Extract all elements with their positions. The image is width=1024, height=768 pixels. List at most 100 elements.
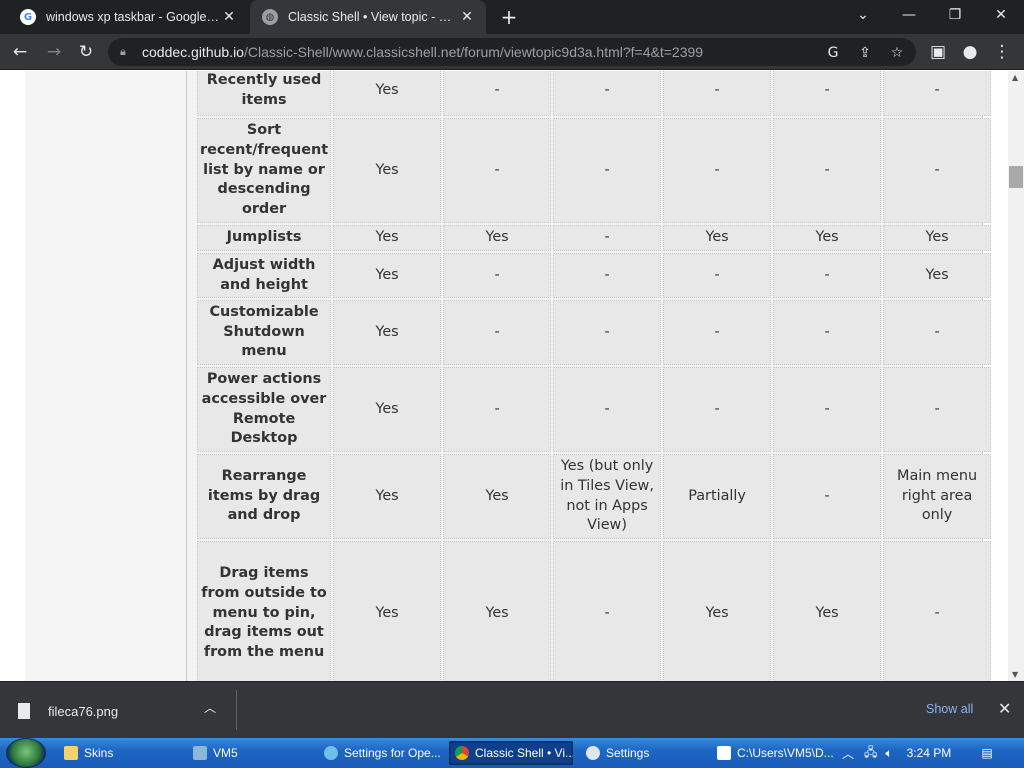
support-value-cell: Yes [443,454,552,539]
shell-icon [324,746,338,760]
file-icon [18,703,30,719]
feature-name-cell: Drag items from outside to menu to pin, … [197,541,332,681]
table-row: Adjust width and height Yes - - - - Yes [197,253,992,298]
start-button[interactable] [6,738,46,768]
reload-icon[interactable]: ↻ [74,40,98,64]
globe-icon: ◍ [262,9,278,25]
chevron-up-icon[interactable]: ︿ [842,745,854,762]
support-value-cell: Yes [333,118,442,223]
download-item[interactable]: fileca76.png [18,700,118,722]
feature-name-cell: Power actions accessible over Remote Des… [197,367,332,452]
scroll-down-icon[interactable]: ▼ [1012,670,1018,679]
close-window-icon[interactable]: ✕ [978,0,1024,30]
taskbar-item-7zip[interactable]: C:\Users\VM5\D... [711,741,835,765]
profile-avatar-icon[interactable]: ● [958,40,982,64]
url-text[interactable]: coddec.github.io/Classic-Shell/www.class… [142,44,703,60]
download-bar: fileca76.png ︿ Show all ✕ [0,681,1024,738]
show-all-downloads-link[interactable]: Show all [926,702,973,716]
support-value-cell: - [883,71,992,116]
feature-name-cell: Sort recent/frequent list by name or des… [197,118,332,223]
back-icon[interactable]: ← [8,40,32,64]
support-value-cell: - [553,253,662,298]
support-value-cell: - [883,300,992,365]
feature-name-cell: Recently used items [197,71,332,116]
chevron-up-icon[interactable]: ︿ [204,699,216,716]
support-value-cell: - [773,118,882,223]
minimize-icon[interactable]: — [886,0,932,30]
support-value-cell: Yes [333,367,442,452]
tab-classic-shell[interactable]: ◍ Classic Shell • View topic - Comp ✕ [250,0,486,34]
support-value-cell: - [443,253,552,298]
google-lens-icon[interactable]: G [822,42,844,64]
support-value-cell: - [553,300,662,365]
close-tab-icon[interactable]: ✕ [220,9,238,25]
support-value-cell: Yes [773,225,882,251]
new-tab-button[interactable]: + [498,6,520,28]
close-tab-icon[interactable]: ✕ [458,9,476,25]
share-icon[interactable]: ⇪ [854,42,876,64]
support-value-cell: Yes [663,541,772,681]
scroll-up-icon[interactable]: ▲ [1012,73,1018,82]
table-row: Recently used items Yes - - - - - [197,71,992,116]
folder-icon [64,746,78,760]
feature-name-cell: Customizable Shutdown menu [197,300,332,365]
taskbar-item-vm5[interactable]: VM5 [187,741,311,765]
network-icon[interactable]: 🖧︎ [864,743,877,764]
table-row: Rearrange items by drag and drop Yes Yes Ye… [197,454,992,539]
forward-icon[interactable]: → [42,40,66,64]
support-value-cell: - [663,300,772,365]
bookmark-star-icon[interactable]: ☆ [886,42,908,64]
support-value-cell: - [883,367,992,452]
support-value-cell: - [443,300,552,365]
chrome-icon [455,746,469,760]
divider [236,690,237,730]
browser-toolbar: ← → ↻ 🔒︎ coddec.github.io/Classic-Shell/… [0,34,1024,70]
support-value-cell: Yes [443,225,552,251]
feature-comparison-table: Recently used items Yes - - - - - Sort recent/f… [195,71,993,681]
scrollbar-thumb[interactable] [1009,166,1023,188]
taskbar-item-chrome[interactable]: Classic Shell • Vi... [449,741,573,765]
close-download-bar-icon[interactable]: ✕ [998,699,1011,718]
feature-name-cell: Adjust width and height [197,253,332,298]
restore-icon[interactable]: ❐ [932,0,978,30]
support-value-cell: Yes [883,225,992,251]
support-value-cell: Yes [333,225,442,251]
taskbar-item-settings[interactable]: Settings [580,741,704,765]
support-value-cell: - [553,71,662,116]
side-panel-icon[interactable]: ▣ [926,40,950,64]
page-scrollbar[interactable]: ▲ ▼ [1008,71,1024,681]
table-row: Customizable Shutdown menu Yes - - - - - [197,300,992,365]
user-icon [193,746,207,760]
support-value-cell: - [883,541,992,681]
taskbar-item-skins[interactable]: Skins [58,741,180,765]
taskbar-item-settings-for-open[interactable]: Settings for Ope... [318,741,442,765]
gear-icon [586,746,600,760]
support-value-cell: - [773,71,882,116]
tab-strip: G windows xp taskbar - Google Sea ✕ ◍ Cl… [0,0,1024,34]
volume-icon[interactable]: 🔈︎ [885,746,892,761]
support-value-cell: - [553,541,662,681]
support-value-cell: Yes [333,541,442,681]
tab-search-icon[interactable]: ⌄ [840,0,886,30]
support-value-cell: Yes [333,253,442,298]
tab-google-search[interactable]: G windows xp taskbar - Google Sea ✕ [8,0,248,34]
taskbar: Skins VM5 Settings for Ope... Classic Sh… [0,738,1024,768]
support-value-cell: Yes [333,71,442,116]
address-bar[interactable]: 🔒︎ coddec.github.io/Classic-Shell/www.cl… [108,38,916,66]
support-value-cell: - [663,71,772,116]
support-value-cell: - [773,454,882,539]
table-row: Power actions accessible over Remote Des… [197,367,992,452]
support-value-cell: - [443,367,552,452]
notification-icon[interactable]: ▤ [981,746,992,760]
download-filename: fileca76.png [48,703,119,719]
support-value-cell: - [773,367,882,452]
menu-icon[interactable]: ⋮ [990,40,1014,64]
table-row: Jumplists Yes Yes - Yes Yes Yes [197,225,992,251]
google-icon: G [20,9,36,25]
clock[interactable]: 3:24 PM [907,746,952,760]
feature-name-cell: Rearrange items by drag and drop [197,454,332,539]
web-page: Recently used items Yes - - - - - Sort recent/f… [0,71,1008,681]
support-value-cell: - [663,253,772,298]
table-row: Sort recent/frequent list by name or des… [197,118,992,223]
7zip-icon [717,746,731,760]
